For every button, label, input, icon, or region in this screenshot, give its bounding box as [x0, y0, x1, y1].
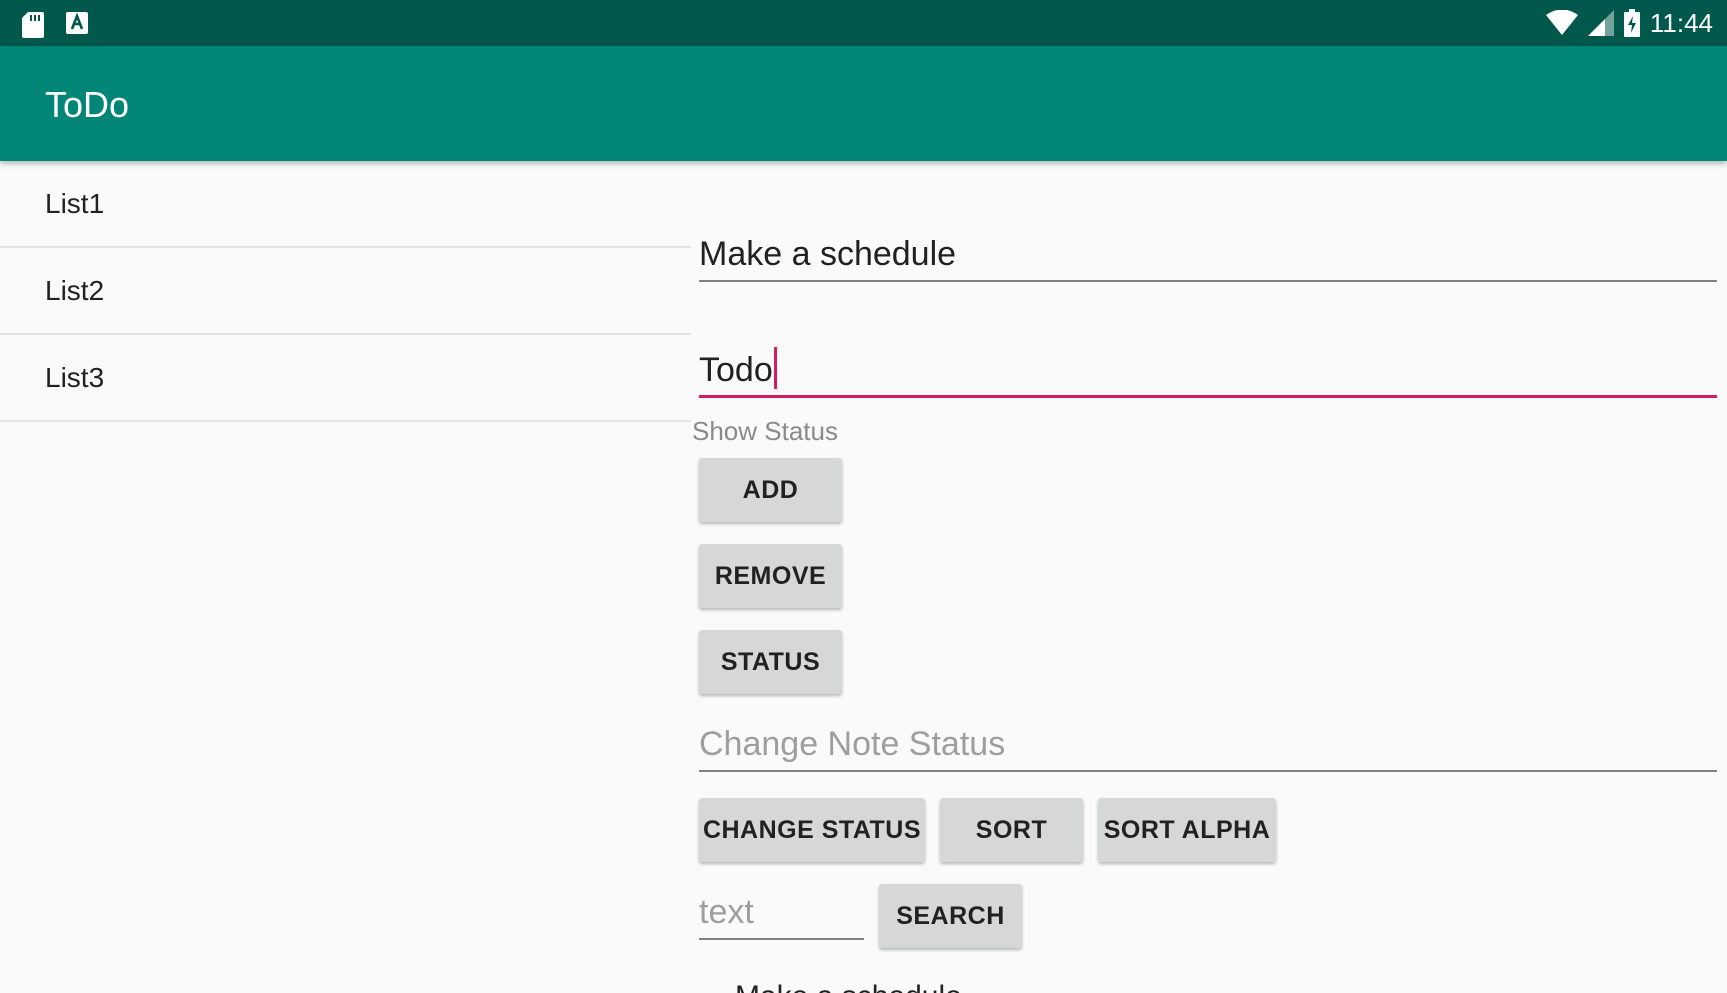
status-button[interactable]: STATUS: [699, 630, 842, 694]
show-status-label: Show Status: [692, 416, 838, 446]
battery-charging-icon: [1623, 9, 1640, 37]
title-field-underline: [699, 280, 1717, 282]
list-item-list1[interactable]: List1: [0, 161, 691, 248]
sort-button[interactable]: SORT: [940, 798, 1083, 862]
remove-button[interactable]: REMOVE: [699, 544, 842, 608]
list-panel: List1 List2 List3: [0, 161, 691, 422]
list-item-list3[interactable]: List3: [0, 335, 691, 422]
notification-icons: [22, 12, 88, 38]
change-status-underline: [699, 770, 1717, 772]
list-item-label: List3: [45, 361, 105, 393]
search-input-underline: [699, 938, 864, 940]
result-item[interactable]: Make a schedule: [735, 980, 962, 993]
search-input[interactable]: text: [699, 880, 864, 940]
note-field-value: Todo: [699, 351, 773, 389]
change-status-button[interactable]: CHANGE STATUS: [699, 798, 925, 862]
search-placeholder: text: [699, 893, 754, 931]
text-cursor: [773, 347, 777, 389]
list-item-label: List1: [45, 187, 105, 219]
search-button[interactable]: SEARCH: [879, 884, 1022, 948]
title-field[interactable]: Make a schedule: [699, 222, 1717, 282]
change-status-field[interactable]: Change Note Status: [699, 710, 1717, 772]
list-item-list2[interactable]: List2: [0, 248, 691, 335]
sd-card-icon: [22, 12, 44, 38]
app-bar: ToDo: [0, 46, 1727, 161]
list-item-label: List2: [45, 274, 105, 306]
clock: 11:44: [1649, 8, 1713, 38]
app-notification-icon: [66, 12, 88, 38]
cell-signal-icon: [1587, 10, 1614, 36]
add-button[interactable]: ADD: [699, 458, 842, 522]
sort-alpha-button[interactable]: SORT ALPHA: [1098, 798, 1276, 862]
app-screen: 11:44 ToDo List1 List2 List3 Make a sche…: [0, 0, 1727, 993]
note-field-underline: [699, 395, 1717, 398]
wifi-icon: [1545, 10, 1578, 36]
app-title: ToDo: [45, 84, 130, 125]
status-bar: 11:44: [0, 0, 1727, 46]
title-field-value: Make a schedule: [699, 235, 957, 273]
note-field[interactable]: Todo: [699, 333, 1717, 398]
system-icons: 11:44: [1545, 8, 1713, 38]
change-status-placeholder: Change Note Status: [699, 725, 1006, 763]
